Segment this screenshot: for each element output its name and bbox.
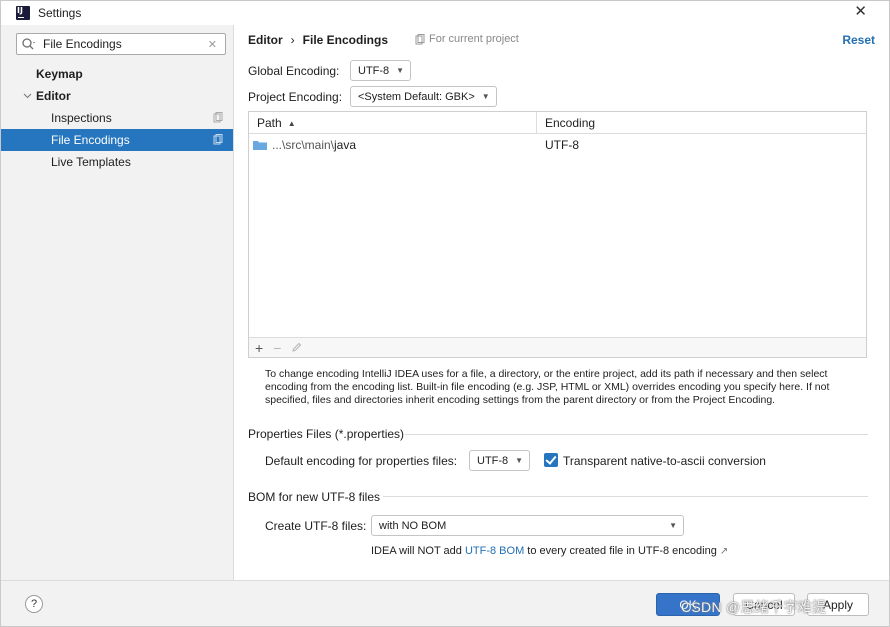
project-scope-icon (415, 33, 425, 44)
sidebar-item-label: File Encodings (51, 133, 130, 147)
path-encoding-table: Path ▲ Encoding ...\src\main\ java UTF-8… (248, 111, 867, 358)
dropdown-arrow-icon: ▼ (669, 521, 677, 530)
sidebar-item-editor[interactable]: Editor (1, 85, 233, 107)
sidebar-item-live-templates[interactable]: Live Templates (1, 151, 233, 173)
path-prefix: ...\src\main\ (272, 138, 335, 152)
section-title-text: BOM for new UTF-8 files (248, 490, 381, 504)
ok-button[interactable]: OK (656, 593, 720, 616)
project-encoding-label: Project Encoding: (248, 90, 343, 104)
window-title: Settings (38, 6, 82, 20)
clear-search-icon[interactable]: ✕ (208, 38, 217, 51)
column-header-label: Path (257, 116, 282, 130)
properties-default-label: Default encoding for properties files: (265, 454, 458, 468)
dialog-button-bar: ? OK Cancel Apply (1, 580, 889, 626)
external-link-icon: ↗ (719, 546, 729, 557)
sidebar-item-keymap[interactable]: Keymap (1, 63, 233, 85)
project-encoding-value: <System Default: GBK> (358, 90, 475, 103)
breadcrumb-item-editor: Editor (248, 33, 283, 47)
section-divider (405, 434, 868, 435)
column-header-path[interactable]: Path ▲ (249, 112, 537, 134)
cancel-button[interactable]: Cancel (733, 593, 795, 616)
sort-ascending-icon: ▲ (287, 118, 296, 128)
global-encoding-label: Global Encoding: (248, 64, 340, 78)
section-divider (383, 496, 868, 497)
sidebar-item-file-encodings[interactable]: File Encodings (1, 129, 233, 151)
global-encoding-value: UTF-8 (358, 64, 390, 77)
project-scope-icon (213, 112, 223, 123)
breadcrumb-item-file-encodings: File Encodings (302, 33, 389, 47)
dropdown-arrow-icon: ▼ (396, 66, 405, 75)
sidebar-item-label: Live Templates (51, 155, 131, 169)
path-cell: ...\src\main\ java (249, 138, 537, 152)
sidebar-item-label: Inspections (51, 111, 112, 125)
apply-button[interactable]: Apply (807, 593, 869, 616)
bom-note: IDEA will NOT add UTF-8 BOM to every cre… (371, 545, 728, 557)
folder-icon (253, 141, 267, 150)
help-icon[interactable]: ? (25, 595, 43, 613)
title-bar: Settings ✕ (1, 1, 889, 25)
sidebar-item-label: Keymap (36, 67, 83, 81)
section-title-text: Properties Files (*.properties) (248, 427, 405, 441)
app-logo-icon (16, 6, 30, 20)
sidebar-item-label: Editor (36, 89, 71, 103)
project-scope-icon (213, 134, 223, 145)
column-header-label: Encoding (545, 116, 596, 130)
dropdown-arrow-icon: ▼ (481, 92, 490, 101)
properties-section-title: Properties Files (*.properties) (248, 427, 404, 441)
global-encoding-select[interactable]: UTF-8 ▼ (350, 60, 412, 81)
breadcrumb-separator: › (290, 33, 295, 47)
dropdown-arrow-icon: ▼ (515, 456, 524, 465)
table-header: Path ▲ Encoding (249, 112, 866, 134)
for-current-project-text: For current project (429, 33, 519, 45)
chevron-down-icon[interactable] (23, 91, 36, 102)
native-to-ascii-checkbox[interactable] (544, 453, 558, 467)
bom-note-text: IDEA will NOT add (371, 545, 465, 557)
settings-window: Settings ✕ File Encodings ✕ Keymap (0, 0, 890, 627)
native-to-ascii-label[interactable]: Transparent native-to-ascii conversion (563, 454, 766, 468)
table-toolbar: + − (249, 337, 866, 357)
sidebar-item-inspections[interactable]: Inspections (1, 107, 233, 129)
search-icon (21, 36, 37, 52)
settings-sidebar: File Encodings ✕ Keymap Editor Inspectio… (1, 25, 234, 580)
column-header-encoding[interactable]: Encoding (537, 112, 866, 134)
add-path-button[interactable]: + (255, 341, 263, 355)
table-row[interactable]: ...\src\main\ java UTF-8 (249, 134, 866, 156)
edit-pencil-icon[interactable] (291, 341, 302, 355)
encoding-help-text: To change encoding IntelliJ IDEA uses fo… (265, 368, 830, 406)
project-encoding-select[interactable]: <System Default: GBK> ▼ (350, 86, 497, 107)
breadcrumb: Editor › File Encodings (248, 33, 388, 47)
properties-encoding-value: UTF-8 (477, 454, 509, 467)
path-name: java (334, 138, 357, 152)
properties-encoding-select[interactable]: UTF-8 ▼ (469, 450, 531, 471)
settings-tree: Keymap Editor Inspections File Encodings (1, 63, 233, 173)
file-encodings-panel: Editor › File Encodings For current proj… (235, 25, 889, 580)
settings-search-field[interactable]: File Encodings ✕ (16, 33, 226, 55)
reset-link[interactable]: Reset (842, 33, 875, 47)
remove-path-button[interactable]: − (273, 341, 281, 355)
utf8-bom-link[interactable]: UTF-8 BOM (465, 545, 524, 557)
encoding-cell[interactable]: UTF-8 (537, 138, 579, 152)
for-current-project-hint: For current project (415, 33, 519, 45)
create-utf8-select[interactable]: with NO BOM ▼ (371, 515, 684, 536)
search-input[interactable]: File Encodings (43, 37, 208, 51)
close-icon[interactable]: ✕ (854, 4, 867, 20)
bom-section-title: BOM for new UTF-8 files (248, 490, 380, 504)
create-utf8-value: with NO BOM (379, 519, 447, 532)
create-utf8-label: Create UTF-8 files: (265, 519, 367, 533)
bom-note-text: to every created file in UTF-8 encoding (524, 545, 720, 557)
